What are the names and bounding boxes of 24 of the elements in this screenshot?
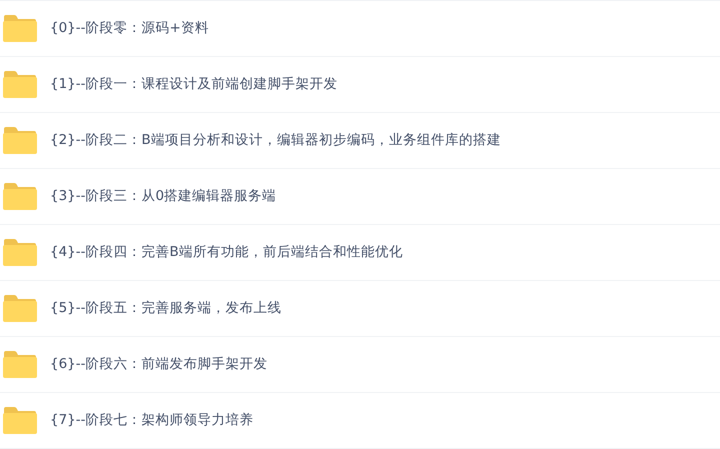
folder-row[interactable]: {5}--阶段五：完善服务端，发布上线 (0, 281, 720, 337)
folder-icon (3, 351, 37, 378)
folder-row[interactable]: {0}--阶段零：源码+资料 (0, 1, 720, 57)
folder-row[interactable]: {4}--阶段四：完善B端所有功能，前后端结合和性能优化 (0, 225, 720, 281)
folder-icon (3, 127, 37, 154)
folder-row[interactable]: {3}--阶段三：从0搭建编辑器服务端 (0, 169, 720, 225)
folder-row[interactable]: {2}--阶段二：B端项目分析和设计，编辑器初步编码，业务组件库的搭建 (0, 113, 720, 169)
folder-icon (3, 183, 37, 210)
folder-row[interactable]: {1}--阶段一：课程设计及前端创建脚手架开发 (0, 57, 720, 113)
folder-name: {4}--阶段四：完善B端所有功能，前后端结合和性能优化 (50, 243, 403, 262)
folder-name: {2}--阶段二：B端项目分析和设计，编辑器初步编码，业务组件库的搭建 (50, 131, 501, 150)
folder-icon (3, 295, 37, 322)
folder-name: {5}--阶段五：完善服务端，发布上线 (50, 299, 282, 318)
folder-icon (3, 407, 37, 434)
folder-row[interactable]: {7}--阶段七：架构师领导力培养 (0, 393, 720, 449)
folder-icon (3, 71, 37, 98)
folder-icon (3, 15, 37, 42)
folder-name: {7}--阶段七：架构师领导力培养 (50, 411, 254, 430)
folder-row[interactable]: {6}--阶段六：前端发布脚手架开发 (0, 337, 720, 393)
folder-name: {6}--阶段六：前端发布脚手架开发 (50, 355, 268, 374)
folder-name: {1}--阶段一：课程设计及前端创建脚手架开发 (50, 75, 338, 94)
folder-icon (3, 239, 37, 266)
folder-name: {0}--阶段零：源码+资料 (50, 19, 209, 38)
folder-name: {3}--阶段三：从0搭建编辑器服务端 (50, 187, 276, 206)
